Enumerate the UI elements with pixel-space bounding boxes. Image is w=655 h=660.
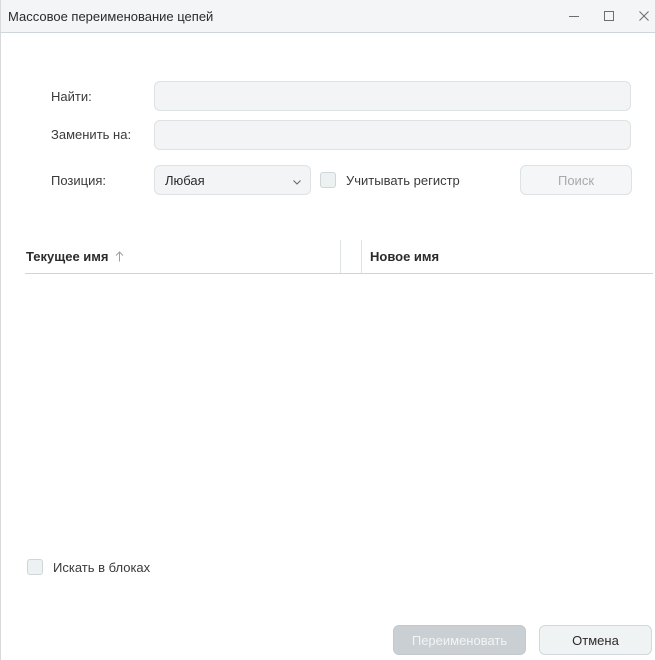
window-title: Массовое переименование цепей (8, 9, 214, 24)
minimize-icon (569, 16, 579, 17)
maximize-icon (604, 11, 614, 21)
minimize-button[interactable] (563, 6, 585, 26)
cancel-button[interactable]: Отмена (539, 625, 652, 655)
rename-button[interactable]: Переименовать (393, 625, 526, 655)
find-label: Найти: (51, 89, 92, 104)
match-case-label[interactable]: Учитывать регистр (346, 173, 460, 188)
position-select-value: Любая (165, 173, 205, 188)
position-label: Позиция: (51, 173, 107, 188)
column-header-label: Новое имя (370, 249, 440, 264)
replace-label: Заменить на: (51, 127, 132, 142)
search-in-blocks-label[interactable]: Искать в блоках (53, 560, 150, 575)
find-input[interactable] (154, 81, 631, 111)
position-select[interactable]: Любая (154, 165, 311, 195)
arrow-up-icon (115, 250, 124, 265)
close-icon (639, 11, 649, 21)
table-header: Текущее имя Новое имя (25, 240, 653, 274)
title-bar[interactable]: Массовое переименование цепей (1, 0, 655, 33)
column-header-label: Текущее имя (26, 249, 109, 264)
search-in-blocks-checkbox[interactable] (27, 559, 43, 575)
table-body[interactable] (25, 274, 653, 544)
column-divider[interactable] (340, 240, 341, 273)
close-button[interactable] (633, 6, 655, 26)
search-button[interactable]: Поиск (520, 165, 632, 195)
match-case-checkbox[interactable] (320, 172, 336, 188)
rename-nets-dialog: Массовое переименование цепей Найти: Зам… (0, 0, 655, 660)
column-divider[interactable] (361, 240, 362, 273)
column-header-new-name[interactable]: Новое имя (370, 249, 439, 264)
chevron-down-icon (292, 175, 302, 190)
maximize-button[interactable] (598, 6, 620, 26)
replace-input[interactable] (154, 120, 631, 150)
column-header-current-name[interactable]: Текущее имя (26, 249, 124, 265)
